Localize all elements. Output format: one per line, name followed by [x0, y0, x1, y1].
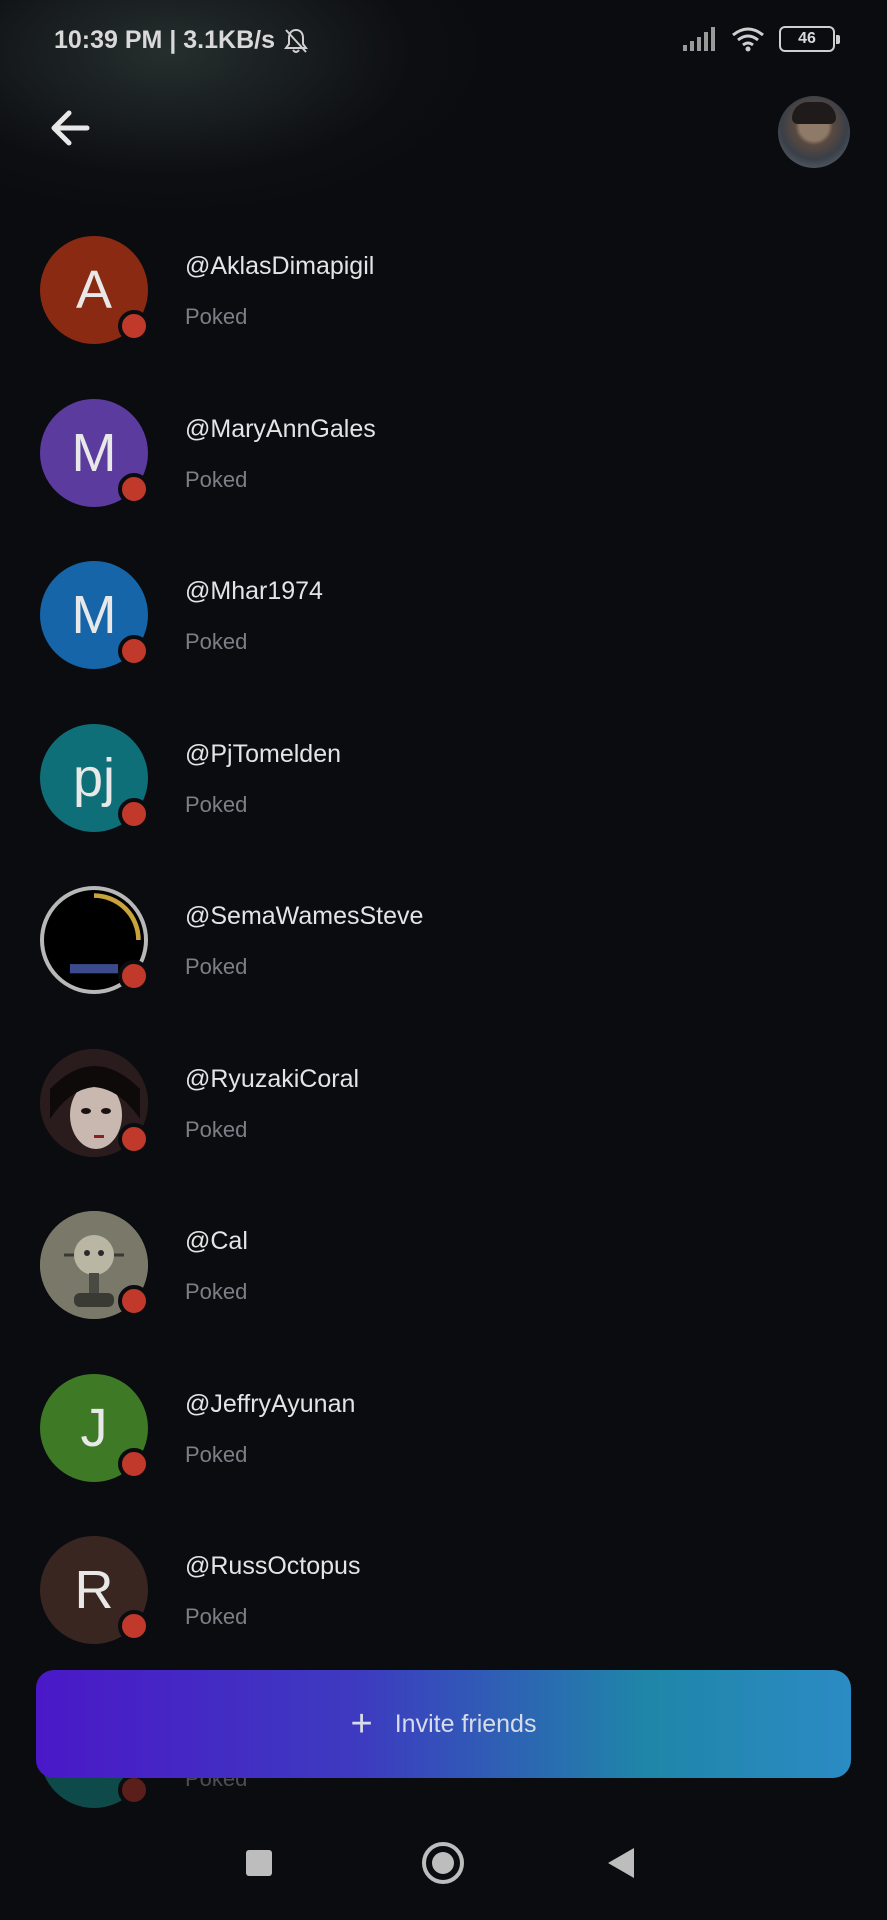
status-dot [118, 1123, 150, 1155]
status-dot [118, 798, 150, 830]
profile-avatar[interactable] [778, 96, 850, 168]
recents-square-icon[interactable] [246, 1850, 272, 1876]
poke-status: Poked [185, 467, 248, 492]
list-item[interactable]: R @RussOctopus Poked [0, 1528, 887, 1678]
wifi-icon [732, 27, 764, 52]
back-triangle-icon[interactable] [608, 1848, 634, 1878]
list-item[interactable]: A @AklasDimapigil Poked [0, 228, 887, 378]
list-item[interactable]: @RyuzakiCoral Poked [0, 1041, 887, 1191]
signal-icon [683, 27, 715, 51]
status-dot [118, 1610, 150, 1642]
poke-status: Poked [185, 792, 248, 817]
avatar-initial: R [74, 1560, 114, 1620]
poke-status: Poked [185, 1117, 248, 1142]
poke-status: Poked [185, 954, 248, 979]
list-item[interactable]: pj @PjTomelden Poked [0, 716, 887, 866]
poke-status: Poked [185, 1279, 248, 1304]
poke-status: Poked [185, 1604, 248, 1629]
list-item[interactable]: @SemaWamesSteve Poked [0, 878, 887, 1028]
username: @PjTomelden [185, 740, 342, 768]
status-right: 46 [681, 26, 840, 52]
avatar-initial: A [75, 260, 113, 320]
invite-friends-button[interactable]: + Invite friends [36, 1670, 851, 1778]
battery-level: 46 [798, 30, 816, 47]
username: @RussOctopus [185, 1552, 361, 1580]
home-circle-icon[interactable] [422, 1842, 464, 1884]
list-item[interactable]: M @Mhar1974 Poked [0, 553, 887, 703]
status-dot [118, 1285, 150, 1317]
avatar-initial: M [71, 423, 117, 483]
poke-status: Poked [185, 1442, 248, 1467]
list-item[interactable]: @Cal Poked [0, 1203, 887, 1353]
navigation-bar [0, 1820, 887, 1920]
avatar-initial: M [71, 585, 117, 645]
username: @JeffryAyunan [185, 1390, 356, 1418]
status-bar: 10:39 PM | 3.1KB/s 46 [0, 0, 887, 82]
back-button[interactable] [44, 102, 96, 154]
status-dot [118, 960, 150, 992]
list-item[interactable]: J @JeffryAyunan Poked [0, 1366, 887, 1516]
username: @RyuzakiCoral [185, 1065, 360, 1093]
avatar-initial: J [80, 1398, 108, 1458]
username: @MaryAnnGales [185, 415, 376, 443]
status-dot [118, 310, 150, 342]
username: @Mhar1974 [185, 577, 323, 605]
status-time: 10:39 PM | 3.1KB/s [54, 26, 275, 54]
poke-status: Poked [185, 629, 248, 654]
username: @Cal [185, 1227, 248, 1255]
battery-icon: 46 [779, 26, 840, 52]
list-item[interactable]: M @MaryAnnGales Poked [0, 391, 887, 541]
avatar-initial: pj [72, 748, 116, 808]
username: @SemaWamesSteve [185, 902, 424, 930]
avatar-photo [792, 102, 836, 124]
username: @AklasDimapigil [185, 252, 375, 280]
bell-off-icon [283, 28, 308, 53]
plus-icon: + [350, 1703, 373, 1745]
status-dot [118, 473, 150, 505]
status-dot [118, 1774, 150, 1806]
status-left: 10:39 PM | 3.1KB/s [54, 26, 309, 55]
invite-friends-label: Invite friends [394, 1709, 537, 1738]
arrow-left-icon [51, 110, 90, 146]
status-dot [118, 1448, 150, 1480]
status-dot [118, 635, 150, 667]
poke-status: Poked [185, 304, 248, 329]
